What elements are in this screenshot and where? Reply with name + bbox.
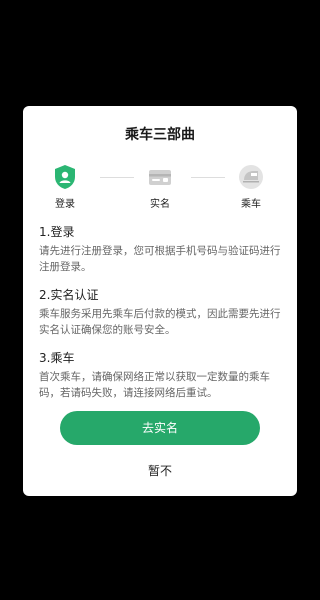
shield-user-icon [55, 165, 75, 189]
section-body-realname: 乘车服务采用先乘车后付款的模式，因此需要先进行实名认证确保您的账号安全。 [39, 308, 281, 336]
step-label: 登录 [55, 199, 75, 210]
section-heading-login: 1.登录 [39, 225, 75, 239]
dialog-title: 乘车三部曲 [125, 127, 195, 143]
id-card-icon [149, 170, 171, 185]
not-now-button[interactable]: 暂不 [120, 462, 200, 479]
section-body-ride: 首次乘车，请确保网络正常以获取一定数量的乘车码，若请码失败，请连接网络后重试。 [39, 371, 270, 399]
step-label: 实名 [150, 199, 170, 210]
step-login: 登录 [35, 163, 95, 210]
step-ride: 乘车 [221, 163, 281, 210]
step-connector [191, 177, 225, 178]
section-heading-ride: 3.乘车 [39, 351, 75, 365]
train-icon [239, 165, 263, 189]
section-heading-realname: 2.实名认证 [39, 288, 99, 302]
step-label: 乘车 [241, 199, 261, 210]
go-realname-button[interactable]: 去实名 [60, 411, 260, 445]
step-connector [100, 177, 134, 178]
step-realname: 实名 [130, 163, 190, 210]
ride-guide-dialog: 乘车三部曲 登录 实名 乘车 1.登录 请先进行注册登录，您可根据手机号码与验证… [23, 106, 297, 496]
section-body-login: 请先进行注册登录，您可根据手机号码与验证码进行注册登录。 [39, 245, 281, 273]
steps-row: 登录 实名 乘车 [23, 163, 297, 213]
